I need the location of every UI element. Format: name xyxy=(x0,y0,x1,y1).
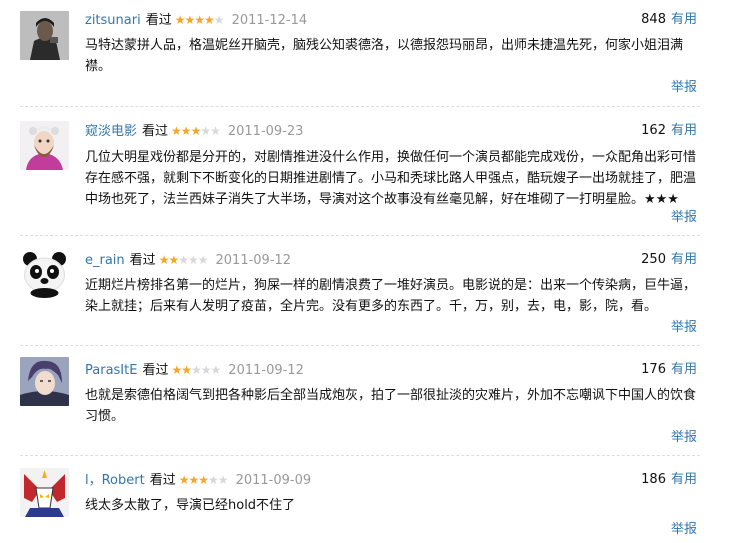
star-empty-icon: ★ xyxy=(213,13,225,27)
review-date: 2011-09-12 xyxy=(228,363,304,378)
username-link[interactable]: l，Robert xyxy=(85,473,145,488)
user-avatar[interactable] xyxy=(20,121,69,170)
report-link[interactable]: 举报 xyxy=(671,518,697,537)
report-link[interactable]: 举报 xyxy=(671,426,697,445)
vote-area: 186 有用 xyxy=(641,470,697,490)
useful-button[interactable]: 有用 xyxy=(671,362,697,377)
vote-area: 176 有用 xyxy=(641,360,697,380)
username-link[interactable]: e_rain xyxy=(85,253,125,268)
username-link[interactable]: zitsunari xyxy=(85,13,141,28)
star-filled-icon: ★ xyxy=(194,13,205,27)
vote-area: 848 有用 xyxy=(641,10,697,30)
vote-area: 162 有用 xyxy=(641,121,697,141)
star-empty-icon: ★ xyxy=(208,473,219,487)
star-filled-icon: ★ xyxy=(188,473,200,487)
review-header: e_rain 看过 ★★★★★ 2011-09-12 xyxy=(85,250,291,270)
useful-button[interactable]: 有用 xyxy=(671,123,697,138)
review-content: 线太多太散了，导演已经hold不住了 xyxy=(85,498,296,513)
review-date: 2011-09-09 xyxy=(235,473,312,488)
panda-avatar-icon xyxy=(20,249,69,298)
watched-label: 看过 xyxy=(149,473,176,488)
star-empty-icon: ★ xyxy=(187,253,199,267)
star-filled-icon: ★ xyxy=(180,124,192,138)
divider xyxy=(20,235,700,236)
star-rating: ★★★★★ xyxy=(171,124,221,138)
star-filled-icon: ★ xyxy=(168,253,179,267)
star-rating: ★★★★★ xyxy=(174,13,225,27)
review-date: 2011-12-14 xyxy=(231,13,308,28)
user-avatar[interactable] xyxy=(20,468,69,517)
dark-portrait-avatar-icon xyxy=(20,11,69,60)
robot-avatar-icon xyxy=(20,468,69,517)
useful-button[interactable]: 有用 xyxy=(671,12,697,27)
star-empty-icon: ★ xyxy=(200,363,212,377)
star-filled-icon: ★ xyxy=(174,13,186,27)
watched-label: 看过 xyxy=(129,253,156,268)
star-empty-icon: ★ xyxy=(178,253,189,267)
user-avatar[interactable] xyxy=(20,357,69,406)
star-empty-icon: ★ xyxy=(217,473,229,487)
watched-label: 看过 xyxy=(142,363,169,378)
user-avatar[interactable] xyxy=(20,11,69,60)
vote-count: 176 xyxy=(641,362,666,377)
vote-count: 848 xyxy=(641,12,666,27)
star-empty-icon: ★ xyxy=(210,363,222,377)
anime-character-avatar-icon xyxy=(20,357,69,406)
username-link[interactable]: ParasItE xyxy=(85,363,137,378)
review-header: ParasItE 看过 ★★★★★ 2011-09-12 xyxy=(85,360,304,380)
bearded-guy-avatar-icon xyxy=(20,121,69,170)
vote-count: 250 xyxy=(641,252,666,267)
review-header: zitsunari 看过 ★★★★★ 2011-12-14 xyxy=(85,10,307,30)
star-filled-icon: ★ xyxy=(198,473,209,487)
star-rating: ★★★★★ xyxy=(158,253,209,267)
report-link[interactable]: 举报 xyxy=(671,76,697,95)
report-link[interactable]: 举报 xyxy=(671,316,697,335)
username-link[interactable]: 窥淡电影 xyxy=(85,124,137,139)
watched-label: 看过 xyxy=(145,13,172,28)
vote-count: 162 xyxy=(641,123,666,138)
star-filled-icon: ★ xyxy=(178,473,190,487)
divider xyxy=(20,345,700,346)
star-empty-icon: ★ xyxy=(191,363,202,377)
star-filled-icon: ★ xyxy=(184,13,196,27)
star-rating: ★★★★★ xyxy=(171,363,222,377)
review-header: 窥淡电影 看过 ★★★★★ 2011-09-23 xyxy=(85,121,303,141)
divider xyxy=(20,455,700,456)
star-filled-icon: ★ xyxy=(158,253,170,267)
review-list: zitsunari 看过 ★★★★★ 2011-12-14 848 有用 马特达蒙拼人品… xyxy=(0,0,737,543)
star-filled-icon: ★ xyxy=(171,124,182,138)
star-rating: ★★★★★ xyxy=(178,473,229,487)
star-filled-icon: ★ xyxy=(171,363,182,377)
vote-count: 186 xyxy=(641,472,666,487)
useful-button[interactable]: 有用 xyxy=(671,472,697,487)
report-link[interactable]: 举报 xyxy=(671,206,697,225)
review-date: 2011-09-23 xyxy=(227,124,304,139)
star-filled-icon: ★ xyxy=(181,363,192,377)
star-filled-icon: ★ xyxy=(204,13,215,27)
watched-label: 看过 xyxy=(142,124,169,139)
star-empty-icon: ★ xyxy=(210,124,221,138)
useful-button[interactable]: 有用 xyxy=(671,252,697,267)
star-empty-icon: ★ xyxy=(197,253,209,267)
user-avatar[interactable] xyxy=(20,249,69,298)
review-header: l，Robert 看过 ★★★★★ 2011-09-09 xyxy=(85,470,311,490)
star-filled-icon: ★ xyxy=(190,124,202,138)
star-empty-icon: ★ xyxy=(200,124,211,138)
review-content: 近期烂片榜排名第一的烂片，狗屎一样的剧情浪费了一堆好演员。电影说的是：出来一个传… xyxy=(85,278,697,314)
review-date: 2011-09-12 xyxy=(215,253,292,268)
review-content: 也就是索德伯格阔气到把各种影后全部当成炮灰，拍了一部很扯淡的灾难片，外加不忘嘲讽… xyxy=(85,388,697,424)
divider xyxy=(20,106,700,107)
vote-area: 250 有用 xyxy=(641,250,697,270)
review-content: 几位大明星戏份都是分开的，对剧情推进没什么作用，换做任何一个演员都能完成戏份，一… xyxy=(85,150,697,207)
review-content: 马特达蒙拼人品，格温妮丝开脑壳，脑残公知裘德洛，以德报怨玛丽昂，出师未捷温先死，… xyxy=(85,38,684,74)
